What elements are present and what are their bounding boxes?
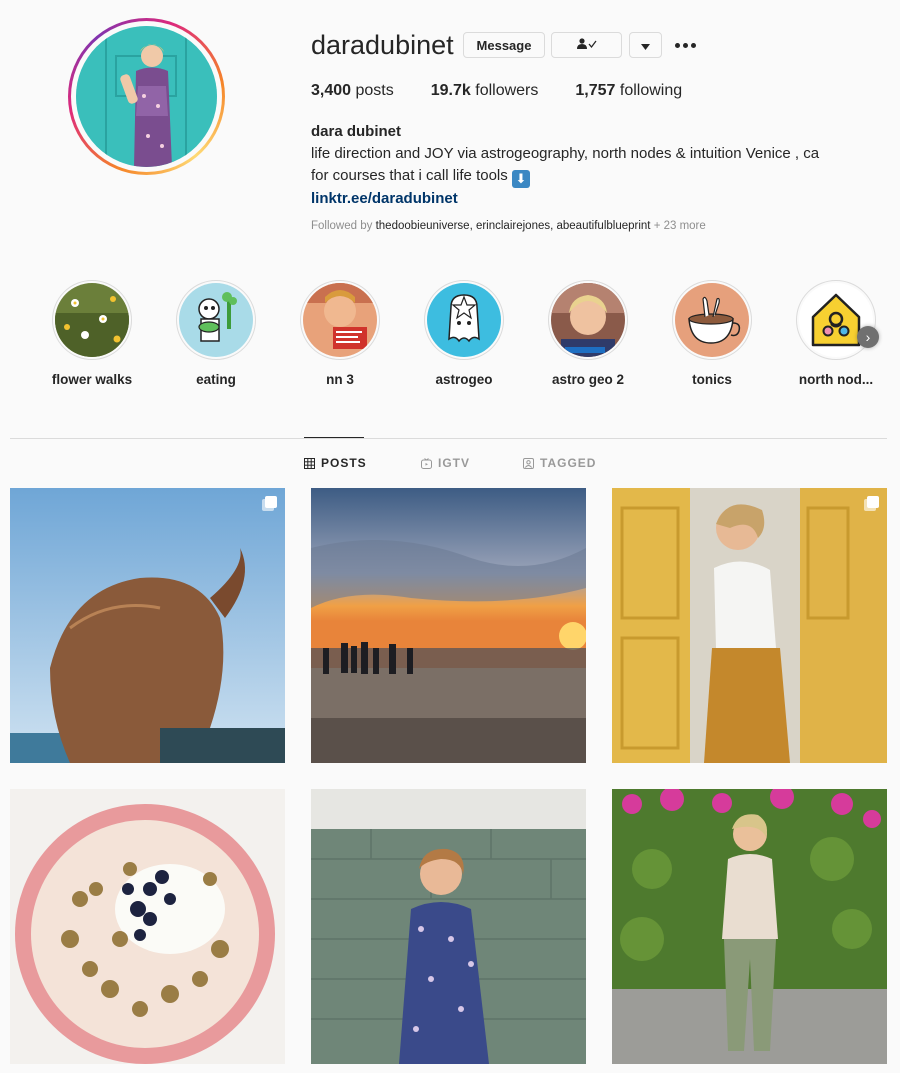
down-arrow-emoji-icon: ⬇	[511, 170, 530, 188]
posts-count: 3,400 posts	[311, 82, 394, 99]
following-button[interactable]	[551, 32, 622, 58]
tab-igtv[interactable]: IGTV	[421, 456, 470, 470]
grid-icon	[304, 457, 315, 469]
bio-link[interactable]: linktr.ee/daradubinet	[311, 188, 871, 210]
profile-username: daradubinet	[311, 30, 454, 60]
profile-bio: dara dubinet life direction and JOY via …	[311, 121, 871, 210]
profile-avatar[interactable]	[68, 18, 225, 175]
person-check-icon	[576, 37, 598, 53]
post-thumbnail[interactable]	[311, 789, 586, 1064]
bio-line: for courses that i call life tools ⬇	[311, 165, 871, 188]
highlight-astro-geo-2[interactable]: astro geo 2	[526, 280, 650, 387]
post-thumbnail[interactable]	[612, 488, 887, 763]
story-highlights: flower walks eating nn 3 astrogeo astro …	[30, 280, 890, 395]
multiple-photos-icon	[864, 496, 879, 511]
tagged-icon	[523, 457, 534, 469]
selfie-photo	[303, 283, 377, 357]
highlight-flower-walks[interactable]: flower walks	[30, 280, 154, 387]
bio-line: life direction and JOY via astrogeograph…	[311, 145, 820, 162]
tonic-cup-icon	[675, 283, 749, 357]
post-thumbnail[interactable]	[10, 789, 285, 1064]
flower-photo	[55, 283, 129, 357]
suggestions-dropdown-button[interactable]	[629, 32, 662, 58]
followers-count[interactable]: 19.7k followers	[431, 82, 539, 100]
profile-full-name: dara dubinet	[311, 123, 402, 140]
more-dots-icon[interactable]	[673, 32, 697, 58]
igtv-icon	[421, 457, 432, 469]
highlight-astrogeo[interactable]: astrogeo	[402, 280, 526, 387]
highlight-nn-3[interactable]: nn 3	[278, 280, 402, 387]
highlight-north-nodes[interactable]: north nod...	[774, 280, 898, 387]
highlight-eating[interactable]: eating	[154, 280, 278, 387]
highlight-tonics[interactable]: tonics	[650, 280, 774, 387]
post-thumbnail[interactable]	[311, 488, 586, 763]
eating-cartoon-icon	[179, 283, 253, 357]
post-thumbnail[interactable]	[612, 789, 887, 1064]
active-tab-indicator	[304, 437, 364, 438]
tab-tagged[interactable]: TAGGED	[523, 456, 596, 470]
message-button[interactable]: Message	[463, 32, 545, 58]
multiple-photos-icon	[262, 496, 277, 511]
tab-posts[interactable]: POSTS	[304, 456, 367, 470]
following-count[interactable]: 1,757 following	[575, 82, 682, 100]
caret-down-icon	[641, 38, 650, 53]
astrogeo-cartoon-icon	[427, 283, 501, 357]
tabs-divider	[10, 438, 887, 439]
highlights-next-arrow-icon[interactable]: ›	[857, 326, 879, 348]
portrait-photo	[551, 283, 625, 357]
post-thumbnail[interactable]	[10, 488, 285, 763]
followed-by[interactable]: Followed by thedoobieuniverse, erinclair…	[311, 220, 706, 232]
profile-stats: 3,400 posts 19.7k followers 1,757 follow…	[311, 82, 719, 100]
